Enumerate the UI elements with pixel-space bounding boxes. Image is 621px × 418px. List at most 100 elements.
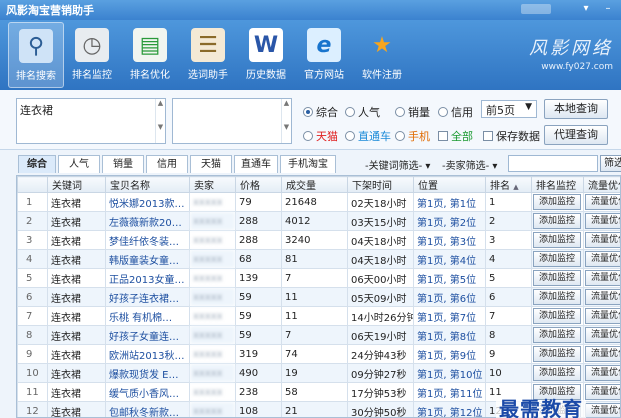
traffic-optimize-button[interactable]: 流量优化 xyxy=(585,365,620,381)
column-header[interactable]: 关键词 xyxy=(47,176,106,193)
add-monitor-button[interactable]: 添加监控 xyxy=(533,194,581,210)
tab-tmall[interactable]: 天猫 xyxy=(190,155,232,173)
table-row[interactable]: 8 连衣裙 好孩子女童连… xxxxx 59 7 06天19小时 第1页, 第8位 8 添加监控流… xyxy=(17,325,620,345)
secondary-input[interactable]: ▲ ▼ xyxy=(172,98,292,144)
cell-item-name: 韩版童装女童… xyxy=(105,249,190,269)
add-monitor-button[interactable]: 添加监控 xyxy=(533,251,581,267)
table-row[interactable]: 10 连衣裙 爆款现货发 E… xxxxx 490 19 09分钟27秒 第1页, 第10位 1… xyxy=(17,363,620,383)
brand-logo: 风影网络 www.fy027.com xyxy=(529,34,613,72)
cell-keyword: 连衣裙 xyxy=(47,401,106,417)
sort-radio-composite[interactable]: 综合 xyxy=(303,104,338,120)
toolbar-rank-monitor[interactable]: ◷ 排名监控 xyxy=(64,22,120,88)
sort-radio-popularity[interactable]: 人气 xyxy=(345,104,380,120)
traffic-optimize-button[interactable]: 流量优化 xyxy=(585,308,620,324)
pages-select[interactable]: 前5页 ▼ xyxy=(481,100,537,118)
traffic-optimize-button[interactable]: 流量优化 xyxy=(585,403,620,417)
tab-credit[interactable]: 信用 xyxy=(146,155,188,173)
local-query-button[interactable]: 本地查询 xyxy=(544,99,608,119)
cell-rank: 2 xyxy=(485,211,532,231)
keyword-filter-dropdown[interactable]: -关键词筛选- ▾ xyxy=(365,157,430,172)
magnifier-icon: ⚲ xyxy=(19,29,53,63)
toolbar-rank-optimize[interactable]: ▤ 排名优化 xyxy=(122,22,178,88)
table-row[interactable]: 1 连衣裙 悦米娜2013款… xxxxx 79 21648 02天18小时 第1页, 第1位… xyxy=(17,192,620,212)
table-row[interactable]: 3 连衣裙 梦佳纤依冬装… xxxxx 288 3240 04天18小时 第1页, 第3位 3 添… xyxy=(17,230,620,250)
cell-sales: 19 xyxy=(281,363,348,383)
keyword-scrollbar[interactable]: ▲ ▼ xyxy=(155,99,165,143)
traffic-optimize-button[interactable]: 流量优化 xyxy=(585,384,620,400)
toolbar-register[interactable]: ★ 软件注册 xyxy=(354,22,410,88)
column-header[interactable]: 卖家 xyxy=(189,176,236,193)
tab-popularity[interactable]: 人气 xyxy=(58,155,100,173)
all-checkbox[interactable]: 全部 xyxy=(438,128,473,144)
add-monitor-button[interactable]: 添加监控 xyxy=(533,365,581,381)
table-row[interactable]: 4 连衣裙 韩版童装女童… xxxxx 68 81 04天18小时 第1页, 第4位 4 添加监控… xyxy=(17,249,620,269)
seller-filter-dropdown[interactable]: -卖家筛选- ▾ xyxy=(442,157,497,172)
column-header[interactable]: 位置 xyxy=(413,176,486,193)
column-header[interactable]: 宝贝名称 xyxy=(105,176,190,193)
table-row[interactable]: 5 连衣裙 正品2013女童… xxxxx 139 7 06天00小时 第1页, 第5位 5 添加… xyxy=(17,268,620,288)
cell-price: 108 xyxy=(235,401,282,417)
filter-button[interactable]: 筛选 xyxy=(600,155,621,172)
row-index: 7 xyxy=(17,306,48,326)
toolbar-label: 官方网站 xyxy=(304,70,344,81)
tab-composite[interactable]: 综合 xyxy=(18,155,56,173)
traffic-optimize-button[interactable]: 流量优化 xyxy=(585,213,620,229)
secondary-scrollbar[interactable]: ▲ ▼ xyxy=(281,99,291,143)
toolbar-label: 排名监控 xyxy=(72,70,112,81)
save-data-checkbox[interactable]: 保存数据 xyxy=(483,128,540,144)
column-header[interactable]: 成交量 xyxy=(281,176,348,193)
channel-radio-mobile[interactable]: 手机 xyxy=(395,128,430,144)
channel-radio-tmall[interactable]: 天猫 xyxy=(303,128,338,144)
column-header[interactable]: 下架时间 xyxy=(347,176,414,193)
table-row[interactable]: 2 连衣裙 左薇薇新款20… xxxxx 288 4012 03天15小时 第1页, 第2位 2… xyxy=(17,211,620,231)
column-header-rank[interactable]: 排名 ▲ xyxy=(485,176,532,193)
traffic-optimize-button[interactable]: 流量优化 xyxy=(585,194,620,210)
tab-mobile-taobao[interactable]: 手机淘宝 xyxy=(280,155,336,173)
row-index: 12 xyxy=(17,401,48,417)
table-row[interactable]: 9 连衣裙 欧洲站2013秋… xxxxx 319 74 24分钟43秒 第1页, 第9位 9 添… xyxy=(17,344,620,364)
brand-name: 风影网络 xyxy=(529,38,613,59)
table-row[interactable]: 6 连衣裙 好孩子连衣裙… xxxxx 59 11 05天09小时 第1页, 第6位 6 添加监控… xyxy=(17,287,620,307)
traffic-optimize-button[interactable]: 流量优化 xyxy=(585,270,620,286)
toolbar-rank-search[interactable]: ⚲ 排名搜索 xyxy=(8,22,64,88)
add-monitor-button[interactable]: 添加监控 xyxy=(533,232,581,248)
add-monitor-button[interactable]: 添加监控 xyxy=(533,308,581,324)
add-monitor-button[interactable]: 添加监控 xyxy=(533,213,581,229)
toolbar-official-site[interactable]: e 官方网站 xyxy=(296,22,352,88)
cell-keyword: 连衣裙 xyxy=(47,382,106,402)
cell-item-name: 乐桃 有机棉… xyxy=(105,306,190,326)
cell-seller: xxxxx xyxy=(189,325,236,345)
toolbar-history-data[interactable]: W 历史数据 xyxy=(238,22,294,88)
table-row[interactable]: 7 连衣裙 乐桃 有机棉… xxxxx 59 11 14小时26分钟 第1页, 第7位 7 添加监… xyxy=(17,306,620,326)
menu-icon[interactable]: ▾ xyxy=(577,2,595,16)
filter-input[interactable] xyxy=(508,155,598,172)
traffic-optimize-button[interactable]: 流量优化 xyxy=(585,346,620,362)
cell-price: 59 xyxy=(235,306,282,326)
minimize-icon[interactable]: – xyxy=(599,2,617,16)
sort-radio-sales[interactable]: 销量 xyxy=(395,104,430,120)
tab-sales[interactable]: 销量 xyxy=(102,155,144,173)
traffic-optimize-button[interactable]: 流量优化 xyxy=(585,289,620,305)
column-header[interactable]: 流量优化 xyxy=(583,176,620,193)
cell-seller: xxxxx xyxy=(189,249,236,269)
add-monitor-button[interactable]: 添加监控 xyxy=(533,346,581,362)
add-monitor-button[interactable]: 添加监控 xyxy=(533,327,581,343)
column-header[interactable]: 价格 xyxy=(235,176,282,193)
toolbar-keyword-helper[interactable]: ☰ 选词助手 xyxy=(180,22,236,88)
action-cell: 流量优化 xyxy=(583,325,620,345)
column-header[interactable]: 排名监控 xyxy=(531,176,584,193)
tab-ztc[interactable]: 直通车 xyxy=(234,155,278,173)
proxy-query-button[interactable]: 代理查询 xyxy=(544,125,608,145)
cell-item-name: 缓气质小香风… xyxy=(105,382,190,402)
keyword-input[interactable]: 连衣裙 ▲ ▼ xyxy=(16,98,166,144)
add-monitor-button[interactable]: 添加监控 xyxy=(533,289,581,305)
cell-offline-time: 04天18小时 xyxy=(347,230,414,250)
cell-item-name: 爆款现货发 E… xyxy=(105,363,190,383)
traffic-optimize-button[interactable]: 流量优化 xyxy=(585,327,620,343)
sort-radio-credit[interactable]: 信用 xyxy=(438,104,473,120)
add-monitor-button[interactable]: 添加监控 xyxy=(533,270,581,286)
traffic-optimize-button[interactable]: 流量优化 xyxy=(585,251,620,267)
radio-icon xyxy=(345,107,355,117)
traffic-optimize-button[interactable]: 流量优化 xyxy=(585,232,620,248)
channel-radio-ztc[interactable]: 直通车 xyxy=(345,128,391,144)
